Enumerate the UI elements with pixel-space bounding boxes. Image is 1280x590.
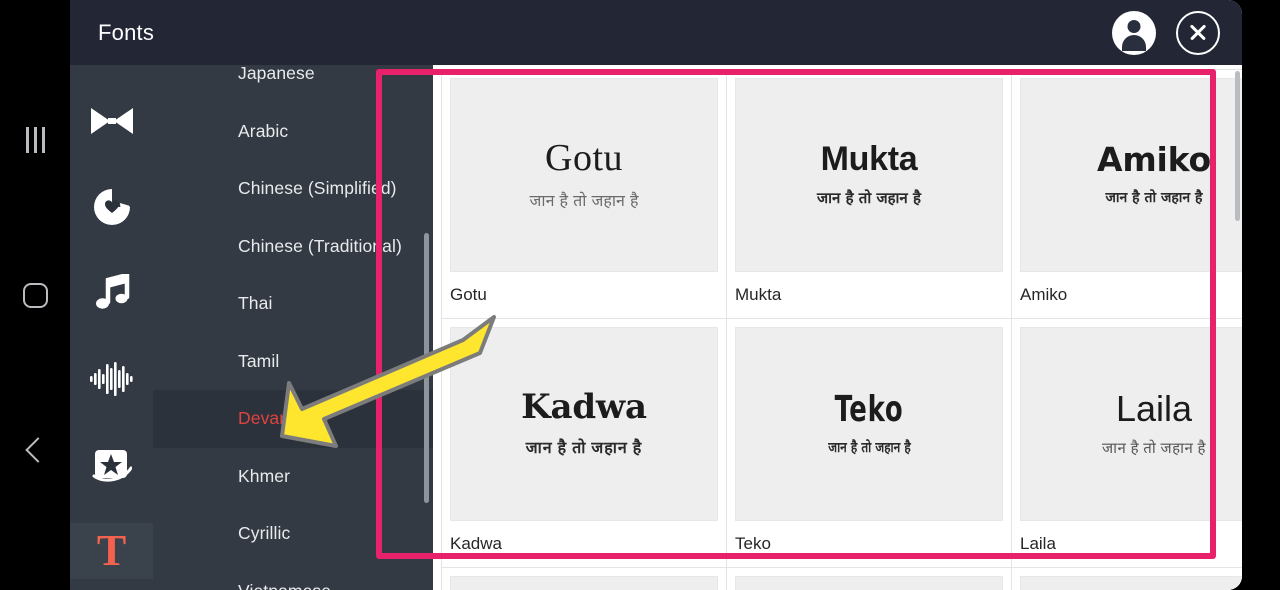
sidebar-item-thai[interactable]: Thai bbox=[153, 275, 433, 333]
font-card-partial[interactable] bbox=[441, 567, 727, 590]
system-navigation-bar bbox=[0, 0, 70, 590]
font-preview bbox=[1020, 576, 1242, 590]
font-card-partial[interactable] bbox=[726, 567, 1012, 590]
sidebar-item-chinese-traditional[interactable]: Chinese (Traditional) bbox=[153, 218, 433, 276]
tool-rail: T bbox=[70, 65, 153, 590]
font-preview bbox=[450, 576, 718, 590]
avatar-icon[interactable] bbox=[1112, 10, 1156, 55]
transition-icon bbox=[90, 108, 133, 134]
sidebar-item-japanese[interactable]: Japanese bbox=[153, 65, 433, 103]
language-category-list[interactable]: Japanese Arabic Chinese (Simplified) Chi… bbox=[153, 65, 433, 590]
font-card-gotu[interactable]: Gotu जान है तो जहान है Gotu bbox=[441, 69, 727, 319]
font-preview-name: Kadwa bbox=[521, 387, 647, 428]
font-card-label: Mukta bbox=[735, 285, 782, 304]
sidebar-item-arabic[interactable]: Arabic bbox=[153, 103, 433, 161]
font-preview-name: Mukta bbox=[820, 140, 918, 179]
font-preview bbox=[735, 576, 1003, 590]
font-card-kadwa[interactable]: Kadwa जान है तो जहान है Kadwa bbox=[441, 318, 727, 568]
close-icon[interactable] bbox=[1176, 10, 1220, 55]
font-preview-name: Gotu bbox=[545, 137, 623, 180]
font-grid-scrollbar[interactable] bbox=[1235, 71, 1240, 221]
font-preview-sample: जान है तो जहान है bbox=[1105, 189, 1203, 206]
fonts-panel: Fonts T Japanese Arabic Chinese (Simplif… bbox=[70, 0, 1242, 590]
back-button[interactable] bbox=[15, 430, 55, 470]
avatar-body bbox=[1122, 34, 1146, 51]
screen: Fonts T Japanese Arabic Chinese (Simplif… bbox=[0, 0, 1280, 590]
avatar-head bbox=[1127, 19, 1141, 33]
header-actions bbox=[1112, 10, 1220, 55]
font-preview: Laila जान है तो जहान है bbox=[1020, 327, 1242, 521]
font-card-label: Kadwa bbox=[450, 534, 502, 553]
music-note-icon bbox=[95, 274, 129, 309]
font-preview: Mukta जान है तो जहान है bbox=[735, 78, 1003, 272]
sidebar-item-chinese-simplified[interactable]: Chinese (Simplified) bbox=[153, 160, 433, 218]
font-card-partial[interactable] bbox=[1011, 567, 1242, 590]
font-preview-sample: जान है तो जहान है bbox=[817, 188, 921, 207]
font-card-label: Gotu bbox=[450, 285, 487, 304]
sidebar-item-khmer[interactable]: Khmer bbox=[153, 448, 433, 506]
sidebar-item-devanagari[interactable]: Devanagari bbox=[153, 390, 433, 448]
recents-button[interactable] bbox=[15, 120, 55, 160]
sticker-icon bbox=[93, 189, 130, 225]
effects-icon bbox=[92, 450, 132, 482]
font-card-label: Amiko bbox=[1020, 285, 1068, 304]
font-preview-sample: जान है तो जहान है bbox=[525, 439, 643, 457]
font-card-amiko[interactable]: Amiko जान है तो जहान है Amiko bbox=[1011, 69, 1242, 319]
back-chevron-icon bbox=[25, 437, 51, 463]
text-icon: T bbox=[96, 526, 127, 575]
font-preview-name: Amiko bbox=[1097, 140, 1211, 180]
audio-waveform-icon bbox=[89, 362, 133, 396]
font-card-laila[interactable]: Laila जान है तो जहान है Laila bbox=[1011, 318, 1242, 568]
home-button[interactable] bbox=[15, 275, 55, 315]
rail-item-audio[interactable] bbox=[82, 351, 142, 407]
sidebar-item-tamil[interactable]: Tamil bbox=[153, 333, 433, 391]
recents-icon bbox=[25, 127, 45, 153]
font-card-teko[interactable]: Teko जान है तो जहान है Teko bbox=[726, 318, 1012, 568]
font-preview: Gotu जान है तो जहान है bbox=[450, 78, 718, 272]
sidebar-item-cyrillic[interactable]: Cyrillic bbox=[153, 505, 433, 563]
font-preview-name: Teko bbox=[834, 388, 904, 430]
rail-item-sticker[interactable] bbox=[82, 179, 142, 235]
rail-item-effects[interactable] bbox=[82, 437, 142, 493]
font-preview: Amiko जान है तो जहान है bbox=[1020, 78, 1242, 272]
rail-item-music[interactable] bbox=[82, 265, 142, 321]
font-grid[interactable]: Gotu जान है तो जहान है Gotu Mukta जान है… bbox=[433, 65, 1242, 590]
font-preview-sample: जान है तो जहान है bbox=[529, 190, 639, 210]
font-card-mukta[interactable]: Mukta जान है तो जहान है Mukta bbox=[726, 69, 1012, 319]
language-category-scroll: Japanese Arabic Chinese (Simplified) Chi… bbox=[153, 65, 433, 590]
page-title: Fonts bbox=[98, 19, 155, 45]
font-preview: Teko जान है तो जहान है bbox=[735, 327, 1003, 521]
font-preview-sample: जान है तो जहान है bbox=[1101, 440, 1206, 457]
home-icon bbox=[22, 282, 48, 308]
rail-item-transition[interactable] bbox=[82, 93, 142, 149]
panel-header: Fonts bbox=[70, 0, 1242, 65]
font-preview: Kadwa जान है तो जहान है bbox=[450, 327, 718, 521]
font-grid-scroll: Gotu जान है तो जहान है Gotu Mukta जान है… bbox=[441, 69, 1242, 590]
sidebar-item-vietnamese[interactable]: Vietnamese bbox=[153, 563, 433, 590]
font-preview-name: Laila bbox=[1115, 388, 1193, 430]
font-card-label: Laila bbox=[1020, 534, 1056, 553]
rail-item-text[interactable]: T bbox=[70, 523, 153, 579]
font-card-label: Teko bbox=[735, 534, 771, 553]
sidebar-scrollbar[interactable] bbox=[424, 233, 429, 503]
font-preview-sample: जान है तो जहान है bbox=[827, 440, 911, 457]
